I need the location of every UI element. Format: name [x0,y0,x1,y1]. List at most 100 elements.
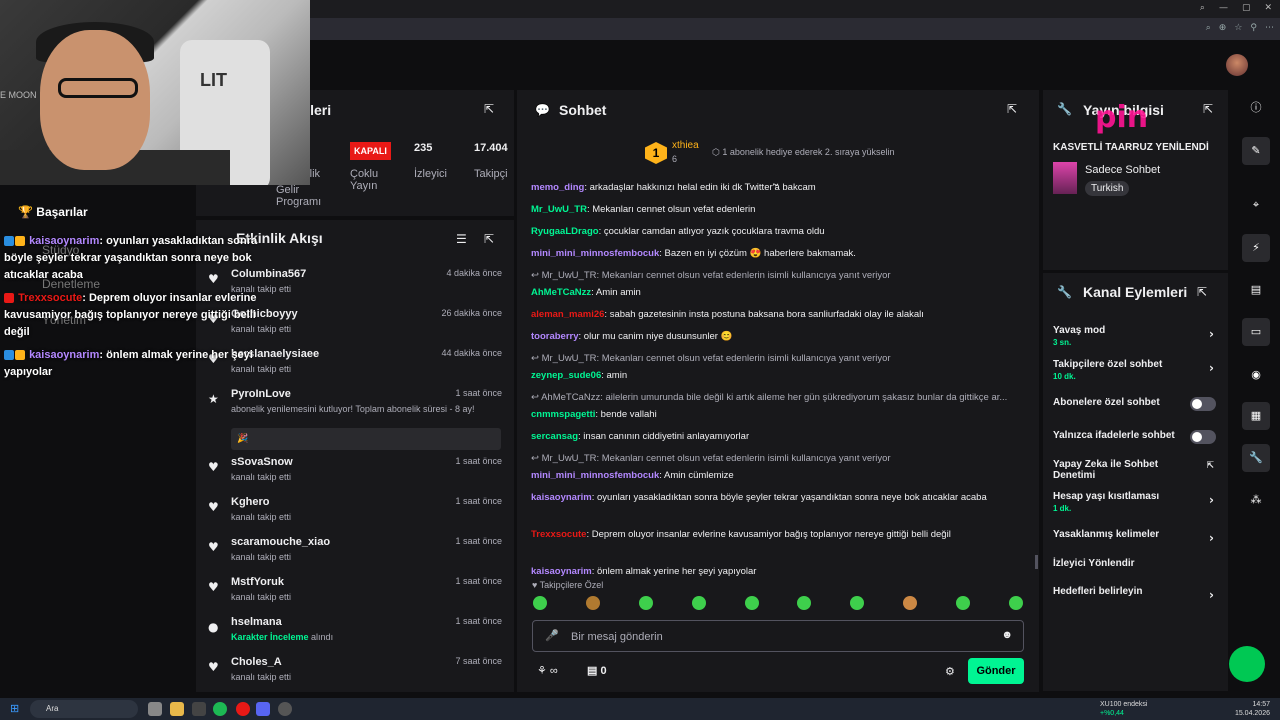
category-name[interactable]: Sadece Sohbet [1085,164,1160,176]
spotify-icon[interactable] [213,702,227,716]
windows-start-icon[interactable]: ⊞ [10,702,19,715]
channel-action-row[interactable]: Yalnızca ifadelerle sohbet [1053,430,1218,444]
mic-icon[interactable]: 🎤 [545,629,559,642]
feed-username[interactable]: scaramouche_xiao [231,536,330,548]
stock-ticker[interactable]: XU100 endeksi +%0,44 [1100,700,1147,718]
chat-username[interactable]: RyugaaLDrago [531,226,599,237]
chevron-right-icon[interactable]: › [1209,531,1214,545]
chat-username[interactable]: memo_ding [531,182,584,193]
filter-icon[interactable]: ☰ [456,232,467,246]
emote[interactable] [956,596,970,610]
obs-icon[interactable] [278,702,292,716]
channel-action-row[interactable]: Hesap yaşı kısıtlaması 1 dk. › [1053,491,1218,513]
feed-username[interactable]: PyroInLove [231,388,291,400]
document-icon[interactable]: ▤ [1242,276,1270,304]
taskbar-search[interactable]: Ara [30,700,138,718]
feed-username[interactable]: sSovaSnow [231,456,293,468]
emote[interactable] [638,596,653,610]
chat-username[interactable]: mini_mini_minnosfembocuk [531,248,659,259]
chat-username[interactable]: mini_mini_minnosfembocuk [531,470,659,481]
chat-username[interactable]: aleman_mami26 [531,309,604,320]
emote[interactable] [903,596,918,610]
emoji-icon[interactable]: ☻ [1001,629,1013,641]
minimize-icon[interactable]: — [1219,3,1228,13]
leader-username[interactable]: xthiea [672,140,699,151]
chat-username[interactable]: cnmmspagetti [531,409,595,420]
opera-icon[interactable] [236,702,250,716]
chat-username[interactable]: tooraberry [531,331,579,342]
chevron-right-icon[interactable]: › [1209,493,1214,507]
emote[interactable] [850,596,865,610]
feed-item[interactable]: ♥ sSovaSnow 1 saat önce kanalı takip ett… [206,456,506,496]
app-icon[interactable] [192,702,206,716]
chevron-right-icon[interactable]: › [1209,361,1214,375]
channel-action-row[interactable]: Yapay Zeka ile Sohbet Denetimi ⇱ [1053,459,1218,481]
toggle-switch[interactable] [1190,430,1216,444]
emote[interactable] [1008,596,1023,610]
channel-action-row[interactable]: İzleyici Yönlendir [1053,558,1218,569]
chat-username[interactable]: kaisaoynarim [531,492,592,503]
info-icon[interactable]: ⓘ [1242,94,1270,122]
toggle-switch[interactable] [1190,397,1216,411]
support-icon[interactable] [1229,646,1265,682]
emote-bar[interactable] [533,596,1023,610]
popout-icon[interactable]: ⇱ [1197,285,1207,299]
channel-action-row[interactable]: Abonelere özel sohbet [1053,397,1218,411]
language-tag[interactable]: Turkish [1085,181,1130,196]
stream-title[interactable]: KASVETLİ TAARRUZ YENİLENDİ [1053,142,1209,153]
community-icon[interactable]: ⁂ [1242,486,1270,514]
lightning-icon[interactable]: ⚡ [1242,234,1270,262]
feed-item[interactable]: ♥ MstfYoruk 1 saat önce kanalı takip ett… [206,576,506,616]
channel-action-row[interactable]: Yasaklanmış kelimeler › [1053,529,1218,545]
maximize-icon[interactable]: ▢ [1242,3,1251,13]
feed-username[interactable]: Choles_A [231,656,282,668]
chat-username[interactable]: sercansag [531,431,578,442]
task-view-icon[interactable] [148,702,162,716]
emote[interactable] [744,596,759,610]
emote[interactable] [533,596,547,610]
feed-item[interactable]: ● hselmana 1 saat önce Karakter İnceleme… [206,616,506,656]
extension-icons[interactable]: ⌕ ⊕ ☆ ⚲ ⋯ [1206,23,1274,33]
chevron-right-icon[interactable]: › [1209,327,1214,341]
address-bar[interactable]: ⌕ ⊕ ☆ ⚲ ⋯ [310,18,1280,40]
feed-item[interactable]: ★ PyroInLove 1 saat önce abonelik yenile… [206,388,506,450]
wrench-icon[interactable]: 🔧 [1242,444,1270,472]
camera-icon[interactable]: ⌖ [1242,191,1270,219]
channel-action-row[interactable]: Takipçilere özel sohbet 10 dk. › [1053,359,1218,381]
feed-username[interactable]: hselmana [231,616,282,628]
avatar[interactable] [1226,54,1248,76]
emote[interactable] [797,596,812,610]
points-counter[interactable]: ⚘ ∞ [537,664,558,677]
window-controls[interactable]: ⌕ — ▢ ✕ [1200,3,1272,13]
chat-icon[interactable]: ▭ [1242,318,1270,346]
system-clock[interactable]: 14:57 15.04.2026 [1235,700,1270,718]
popout-icon[interactable]: ⇱ [1007,102,1017,116]
popout-icon[interactable]: ⇱ [484,102,494,116]
discord-icon[interactable] [256,702,270,716]
close-icon[interactable]: ✕ [1264,3,1272,13]
feed-username[interactable]: Kghero [231,496,270,508]
chat-username[interactable]: Mr_UwU_TR [531,204,587,215]
chat-username[interactable]: kaisaoynarim [531,566,592,577]
popout-icon[interactable]: ⇱ [484,232,494,246]
layout-icon[interactable]: ▦ [1242,402,1270,430]
scrollbar[interactable] [1035,555,1038,569]
external-link-icon[interactable]: ⇱ [1206,461,1214,471]
emote[interactable] [585,596,600,610]
category-thumbnail[interactable] [1053,162,1077,194]
emote[interactable] [691,596,706,610]
feed-item[interactable]: ♥ Choles_A 7 saat önce kanalı takip etti [206,656,506,696]
search-icon[interactable]: ⌕ [1200,3,1205,13]
store-counter[interactable]: ▤ 0 [587,664,607,677]
feed-item[interactable]: ♥ Kghero 1 saat önce kanalı takip etti [206,496,506,536]
channel-action-row[interactable]: Hedefleri belirleyin › [1053,586,1218,602]
feed-item[interactable]: ♥ scaramouche_xiao 1 saat önce kanalı ta… [206,536,506,576]
chat-username[interactable]: Trexxsocute [531,529,586,540]
channel-action-row[interactable]: Yavaş mod 3 sn. › [1053,325,1218,347]
broadcast-icon[interactable]: ◉ [1242,361,1270,389]
gear-icon[interactable]: ⚙ [945,665,955,678]
chat-input[interactable]: 🎤 Bir mesaj gönderin ☻ [532,620,1024,652]
chevron-right-icon[interactable]: › [1209,588,1214,602]
send-button[interactable]: Gönder [968,658,1024,684]
edit-icon[interactable]: ✎ [1242,137,1270,165]
